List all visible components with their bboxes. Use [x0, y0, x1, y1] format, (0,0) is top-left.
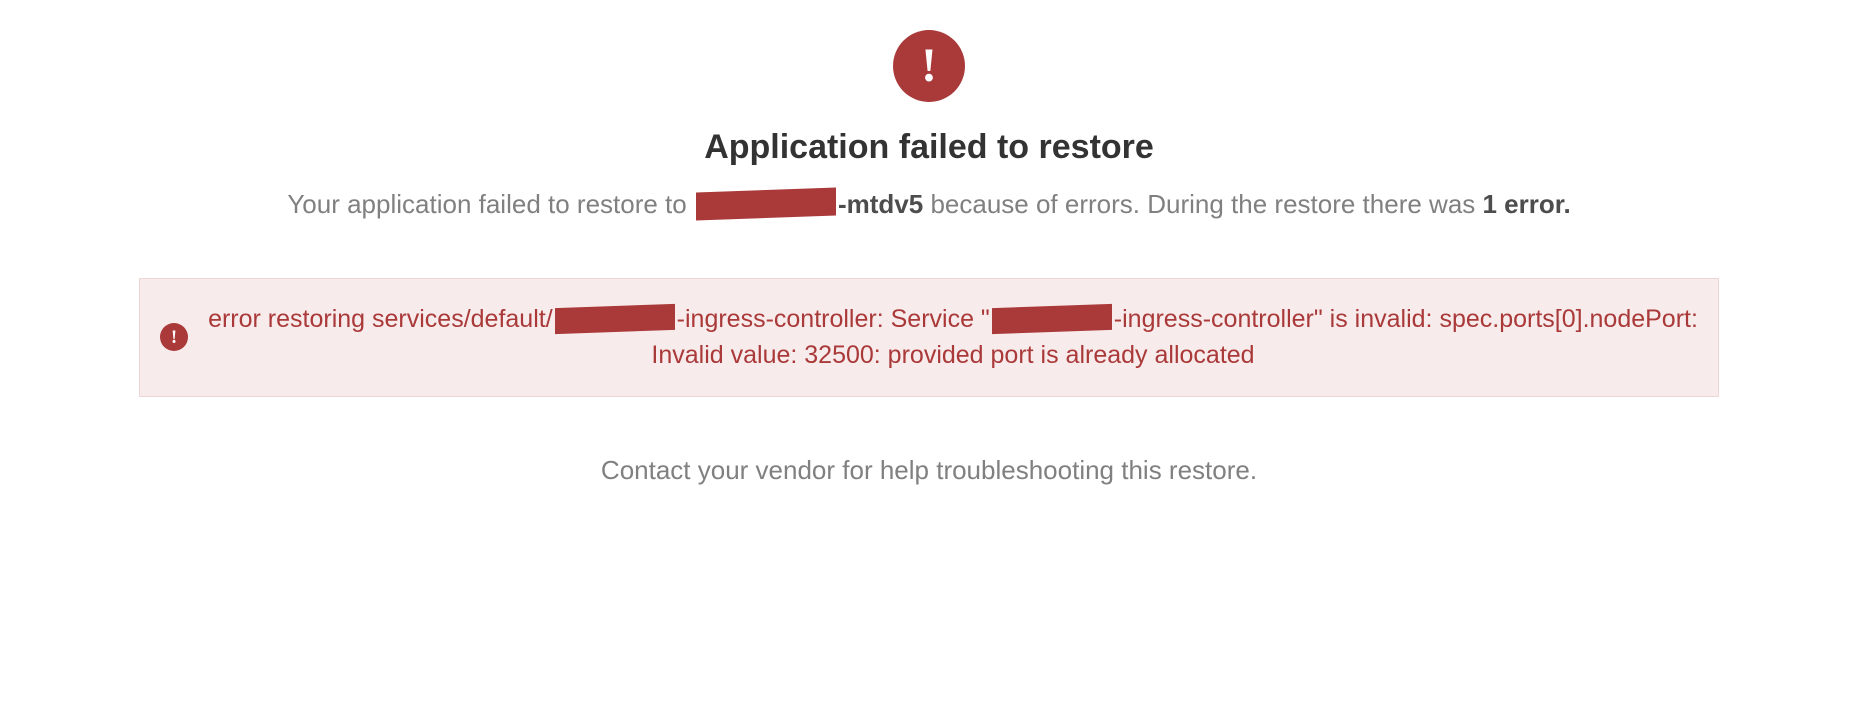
exclamation-icon: ! — [160, 323, 188, 351]
exclamation-glyph: ! — [171, 328, 177, 347]
redaction-block — [555, 303, 675, 333]
subtitle-text: Your application failed to restore to -m… — [287, 189, 1570, 220]
page-title: Application failed to restore — [704, 128, 1154, 167]
error-count: 1 error. — [1483, 189, 1571, 219]
subtitle-middle: because of errors. During the restore th… — [930, 189, 1482, 219]
exclamation-glyph: ! — [921, 42, 937, 90]
subtitle-prefix: Your application failed to restore to — [287, 189, 694, 219]
error-msg-part2: -ingress-controller: Service " — [677, 305, 990, 333]
footer-note: Contact your vendor for help troubleshoo… — [601, 455, 1257, 486]
redaction-block — [696, 188, 836, 221]
error-banner: ! error restoring services/default/ -ingr… — [139, 278, 1719, 397]
exclamation-icon: ! — [893, 30, 965, 102]
redaction-block — [992, 303, 1112, 333]
error-msg-part1: error restoring services/default/ — [208, 305, 553, 333]
namespace-suffix: -mtdv5 — [838, 189, 923, 219]
error-message: error restoring services/default/ -ingres… — [208, 301, 1698, 374]
